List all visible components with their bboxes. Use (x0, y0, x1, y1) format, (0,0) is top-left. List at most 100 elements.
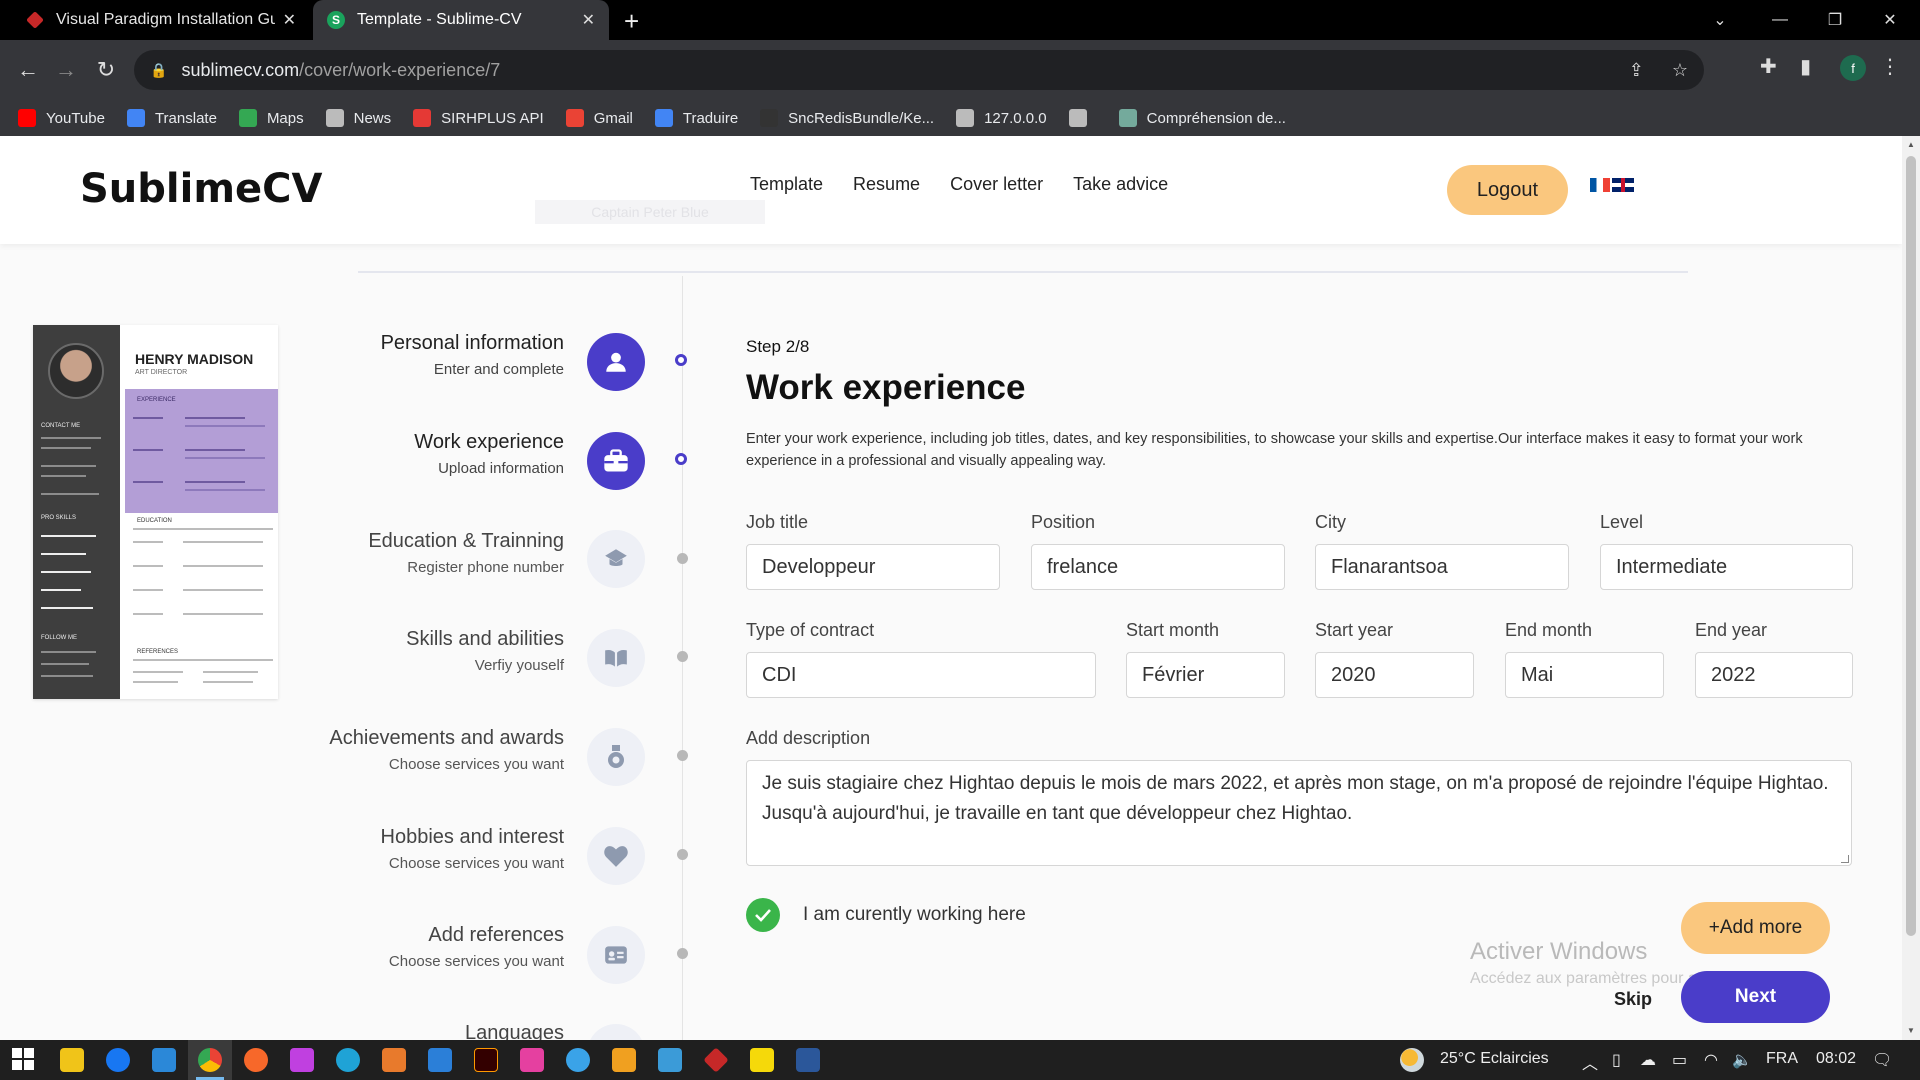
vscode-icon[interactable] (428, 1048, 452, 1072)
word-icon[interactable] (796, 1048, 820, 1072)
step-work-experience[interactable]: Work experience Upload information (414, 431, 564, 477)
xampp-icon[interactable] (382, 1048, 406, 1072)
browser-tab-active[interactable]: S Template - Sublime-CV ✕ (313, 0, 609, 40)
end-month-input[interactable]: Mai (1505, 652, 1664, 698)
graduation-cap-icon[interactable] (587, 530, 645, 588)
step-skills[interactable]: Skills and abilities Verfiy youself (406, 628, 564, 674)
wifi-icon[interactable]: ◠ (1704, 1050, 1718, 1070)
bookmark-item[interactable]: Gmail (565, 109, 633, 127)
postman-icon[interactable] (244, 1048, 268, 1072)
logout-button[interactable]: Logout (1447, 165, 1568, 215)
weather-text[interactable]: 25°C Eclaircies (1440, 1050, 1549, 1068)
database-tool-icon[interactable] (658, 1048, 682, 1072)
cv-preview[interactable]: CONTACT ME PRO SKILLS FOLLOW ME HENRY MA… (33, 325, 278, 699)
file-explorer-icon[interactable] (60, 1048, 84, 1072)
skip-button[interactable]: Skip (1614, 989, 1652, 1010)
bookmark-item[interactable]: Compréhension de... (1118, 109, 1286, 127)
menu-kebab-icon[interactable]: ⋮ (1880, 54, 1900, 79)
contract-input[interactable]: CDI (746, 652, 1096, 698)
bookmark-item[interactable]: SIRHPLUS API (413, 109, 544, 127)
heart-icon[interactable] (587, 827, 645, 885)
bookmark-item[interactable]: YouTube (18, 109, 105, 127)
briefcase-icon[interactable] (587, 432, 645, 490)
step-personal-information[interactable]: Personal information Enter and complete (381, 332, 564, 378)
xd-icon[interactable] (520, 1048, 544, 1072)
tray-chevron-icon[interactable]: ︿ (1582, 1050, 1598, 1074)
onedrive-icon[interactable]: ☁ (1640, 1050, 1656, 1070)
job-title-input[interactable]: Developpeur (746, 544, 1000, 590)
bookmark-star-icon[interactable]: ☆ (1672, 60, 1688, 81)
close-tab-icon[interactable]: ✕ (283, 10, 296, 30)
step-hobbies[interactable]: Hobbies and interest Choose services you… (381, 826, 564, 872)
scroll-up-icon[interactable]: ▲ (1907, 140, 1915, 149)
language-switcher[interactable] (1590, 178, 1634, 192)
currently-working-checkbox[interactable] (746, 898, 780, 932)
media-player-icon[interactable] (750, 1048, 774, 1072)
scroll-down-icon[interactable]: ▼ (1907, 1026, 1915, 1035)
start-month-input[interactable]: Février (1126, 652, 1285, 698)
profile-avatar[interactable]: f (1840, 55, 1866, 81)
browser-tab[interactable]: Visual Paradigm Installation Gui ✕ (12, 0, 310, 40)
step-languages[interactable]: Languages (465, 1022, 564, 1040)
site-logo[interactable]: SublimeCV (80, 166, 322, 212)
city-input[interactable]: Flanarantsoa (1315, 544, 1569, 590)
clock[interactable]: 08:02 (1816, 1050, 1856, 1068)
bookmark-item[interactable]: 127.0.0.0 (956, 109, 1047, 127)
battery-icon[interactable]: ▭ (1672, 1050, 1687, 1070)
resize-handle-icon[interactable] (1841, 855, 1849, 863)
volume-icon[interactable]: 🔈 (1732, 1050, 1752, 1070)
user-icon[interactable] (587, 333, 645, 391)
sublime-text-icon[interactable] (612, 1048, 636, 1072)
notifications-icon[interactable]: 🗨 (1872, 1050, 1892, 1070)
id-card-icon[interactable] (587, 926, 645, 984)
restore-icon[interactable]: ❐ (1805, 0, 1865, 40)
reload-icon[interactable]: ↻ (88, 52, 124, 88)
book-icon[interactable] (587, 629, 645, 687)
extensions-icon[interactable]: ✚ (1760, 54, 1777, 79)
bookmark-item[interactable]: News (325, 109, 391, 127)
step-references[interactable]: Add references Choose services you want (389, 924, 564, 970)
start-year-input[interactable]: 2020 (1315, 652, 1474, 698)
tab-search-icon[interactable]: ⌄ (1690, 0, 1750, 40)
address-bar[interactable]: 🔒 sublimecv.com/cover/work-experience/7 … (134, 50, 1704, 90)
end-year-input[interactable]: 2022 (1695, 652, 1853, 698)
share-icon[interactable]: ⇪ (1629, 60, 1644, 81)
back-icon[interactable]: ← (10, 52, 46, 88)
scrollbar-thumb[interactable] (1906, 156, 1916, 936)
input-language[interactable]: FRA (1766, 1050, 1798, 1068)
windows-start-icon[interactable] (12, 1048, 36, 1072)
bookmark-item[interactable]: SncRedisBundle/Ke... (760, 109, 934, 127)
forward-icon[interactable]: → (48, 52, 84, 88)
uk-flag-icon[interactable] (1612, 178, 1634, 192)
telegram-icon[interactable] (566, 1048, 590, 1072)
level-input[interactable]: Intermediate (1600, 544, 1853, 590)
medal-icon[interactable] (587, 728, 645, 786)
position-input[interactable]: frelance (1031, 544, 1285, 590)
mail-icon[interactable] (152, 1048, 176, 1072)
minimize-icon[interactable]: — (1750, 0, 1810, 40)
nav-template[interactable]: Template (750, 174, 823, 195)
edge-icon[interactable] (336, 1048, 360, 1072)
nav-resume[interactable]: Resume (853, 174, 920, 195)
bookmark-item[interactable]: Maps (238, 109, 304, 127)
bookmark-item[interactable]: Traduire (654, 109, 738, 127)
illustrator-icon[interactable] (474, 1048, 498, 1072)
nav-take-advice[interactable]: Take advice (1073, 174, 1168, 195)
phpstorm-icon[interactable] (290, 1048, 314, 1072)
language-icon[interactable] (587, 1024, 645, 1040)
facebook-icon[interactable] (106, 1048, 130, 1072)
description-textarea[interactable]: Je suis stagiaire chez Hightao depuis le… (746, 760, 1852, 866)
new-tab-icon[interactable]: + (624, 6, 639, 37)
tray-device-icon[interactable]: ▯ (1612, 1050, 1621, 1070)
next-button[interactable]: Next (1681, 971, 1830, 1023)
visual-paradigm-icon[interactable] (703, 1047, 729, 1073)
nav-cover-letter[interactable]: Cover letter (950, 174, 1043, 195)
weather-icon[interactable] (1400, 1048, 1424, 1072)
french-flag-icon[interactable] (1590, 178, 1610, 192)
bookmark-item[interactable] (1068, 109, 1097, 127)
close-window-icon[interactable]: ✕ (1860, 0, 1920, 40)
add-more-button[interactable]: +Add more (1681, 902, 1830, 954)
page-scrollbar[interactable]: ▲ ▼ (1902, 136, 1920, 1040)
bookmark-item[interactable]: Translate (126, 109, 217, 127)
close-tab-icon[interactable]: ✕ (582, 10, 595, 30)
